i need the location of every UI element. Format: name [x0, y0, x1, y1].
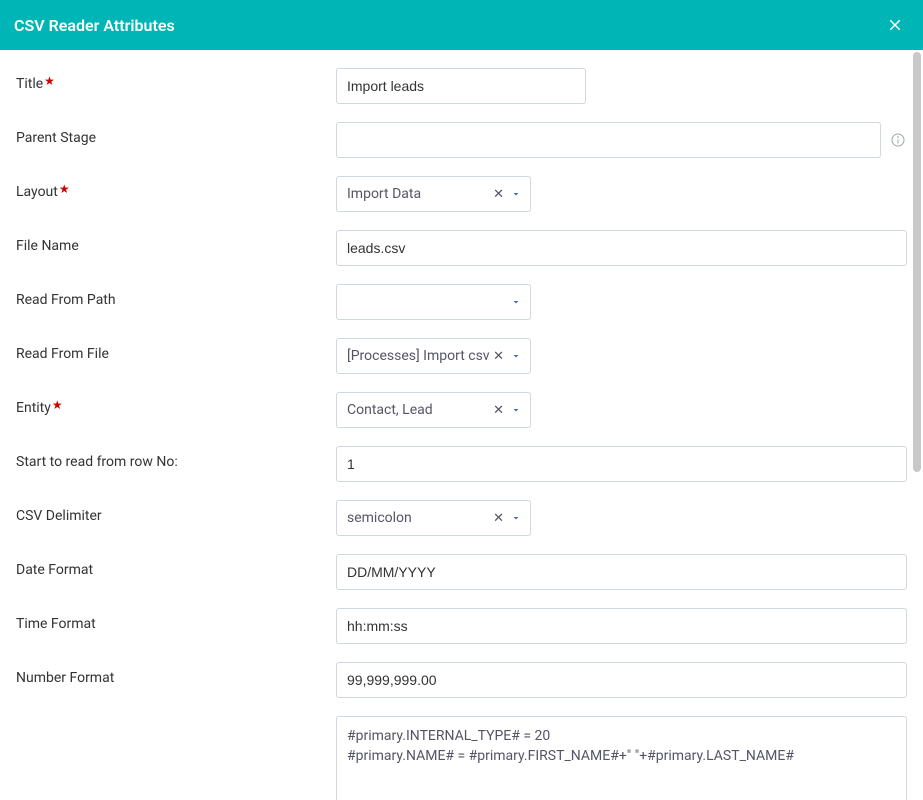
clear-icon[interactable]: ✕: [493, 188, 504, 201]
label-text: File Name: [16, 238, 79, 254]
date-format-input[interactable]: [336, 554, 907, 590]
before-save-textarea[interactable]: [336, 716, 907, 800]
label-layout: Layout★: [16, 176, 336, 200]
clear-icon[interactable]: ✕: [493, 404, 504, 417]
field-col: [Processes] Import csv ✕: [336, 338, 907, 374]
label-title: Title★: [16, 68, 336, 92]
label-text: CSV Delimiter: [16, 508, 102, 524]
field-col: [336, 68, 907, 104]
field-col: [336, 122, 907, 158]
close-button[interactable]: [883, 13, 907, 37]
chevron-down-icon[interactable]: [510, 512, 522, 524]
field-row-parent-stage: Parent Stage: [16, 122, 907, 158]
label-delimiter: CSV Delimiter: [16, 500, 336, 524]
field-col: [336, 446, 907, 482]
dialog-title: CSV Reader Attributes: [14, 16, 175, 35]
label-file-name: File Name: [16, 230, 336, 254]
field-row-title: Title★: [16, 68, 907, 104]
entity-select[interactable]: Contact, Lead ✕: [336, 392, 531, 428]
field-col: [336, 662, 907, 698]
info-icon[interactable]: [889, 131, 907, 149]
field-row-layout: Layout★ Import Data ✕: [16, 176, 907, 212]
select-icons: ✕: [493, 188, 522, 201]
chevron-down-icon[interactable]: [510, 188, 522, 200]
chevron-down-icon[interactable]: [510, 404, 522, 416]
field-col: [336, 716, 907, 800]
time-format-input[interactable]: [336, 608, 907, 644]
label-text: Start to read from row No:: [16, 454, 178, 470]
field-col: Import Data ✕: [336, 176, 907, 212]
field-row-number-format: Number Format: [16, 662, 907, 698]
chevron-down-icon[interactable]: [510, 296, 522, 308]
label-before-save: Before Save Script: [16, 716, 336, 800]
field-col: [336, 284, 907, 320]
label-read-from-file: Read From File: [16, 338, 336, 362]
required-star-icon: ★: [59, 182, 70, 196]
field-row-entity: Entity★ Contact, Lead ✕: [16, 392, 907, 428]
select-icons: ✕: [493, 350, 522, 363]
label-text: Date Format: [16, 562, 93, 578]
file-name-input[interactable]: [336, 230, 907, 266]
label-parent-stage: Parent Stage: [16, 122, 336, 146]
close-icon: [886, 16, 904, 34]
field-row-date-format: Date Format: [16, 554, 907, 590]
field-col: [336, 554, 907, 590]
clear-icon[interactable]: ✕: [493, 350, 504, 363]
select-value: semicolon: [347, 510, 412, 526]
select-icons: [510, 296, 522, 308]
field-col: [336, 230, 907, 266]
field-row-delimiter: CSV Delimiter semicolon ✕: [16, 500, 907, 536]
field-col: semicolon ✕: [336, 500, 907, 536]
field-row-time-format: Time Format: [16, 608, 907, 644]
required-star-icon: ★: [44, 74, 55, 88]
field-col: Contact, Lead ✕: [336, 392, 907, 428]
label-text: Read From File: [16, 346, 109, 362]
label-text: Layout: [16, 184, 58, 200]
layout-select[interactable]: Import Data ✕: [336, 176, 531, 212]
field-row-read-from-path: Read From Path: [16, 284, 907, 320]
label-date-format: Date Format: [16, 554, 336, 578]
label-text: Entity: [16, 400, 51, 416]
dialog-body: Title★ Parent Stage Layout★ Import Data …: [0, 50, 923, 800]
clear-icon[interactable]: ✕: [493, 512, 504, 525]
label-read-from-path: Read From Path: [16, 284, 336, 308]
field-row-read-from-file: Read From File [Processes] Import csv ✕: [16, 338, 907, 374]
delimiter-select[interactable]: semicolon ✕: [336, 500, 531, 536]
chevron-down-icon[interactable]: [510, 350, 522, 362]
select-value: Import Data: [347, 186, 421, 202]
field-row-before-save: Before Save Script: [16, 716, 907, 800]
parent-stage-input[interactable]: [336, 122, 881, 158]
label-text: Title: [16, 76, 43, 92]
field-row-start-row: Start to read from row No:: [16, 446, 907, 482]
label-start-row: Start to read from row No:: [16, 446, 336, 470]
dialog-header: CSV Reader Attributes: [0, 0, 923, 50]
field-col: [336, 608, 907, 644]
label-number-format: Number Format: [16, 662, 336, 686]
label-text: Parent Stage: [16, 130, 96, 146]
read-from-path-select[interactable]: [336, 284, 531, 320]
start-row-input[interactable]: [336, 446, 907, 482]
read-from-file-select[interactable]: [Processes] Import csv ✕: [336, 338, 531, 374]
scrollbar-thumb[interactable]: [913, 52, 921, 472]
title-input[interactable]: [336, 68, 586, 104]
label-text: Number Format: [16, 670, 114, 686]
select-value: Contact, Lead: [347, 402, 433, 418]
select-value: [Processes] Import csv: [347, 348, 490, 364]
label-text: Time Format: [16, 616, 96, 632]
field-row-file-name: File Name: [16, 230, 907, 266]
label-text: Read From Path: [16, 292, 116, 308]
number-format-input[interactable]: [336, 662, 907, 698]
select-icons: ✕: [493, 404, 522, 417]
label-entity: Entity★: [16, 392, 336, 416]
required-star-icon: ★: [52, 398, 63, 412]
label-time-format: Time Format: [16, 608, 336, 632]
select-icons: ✕: [493, 512, 522, 525]
